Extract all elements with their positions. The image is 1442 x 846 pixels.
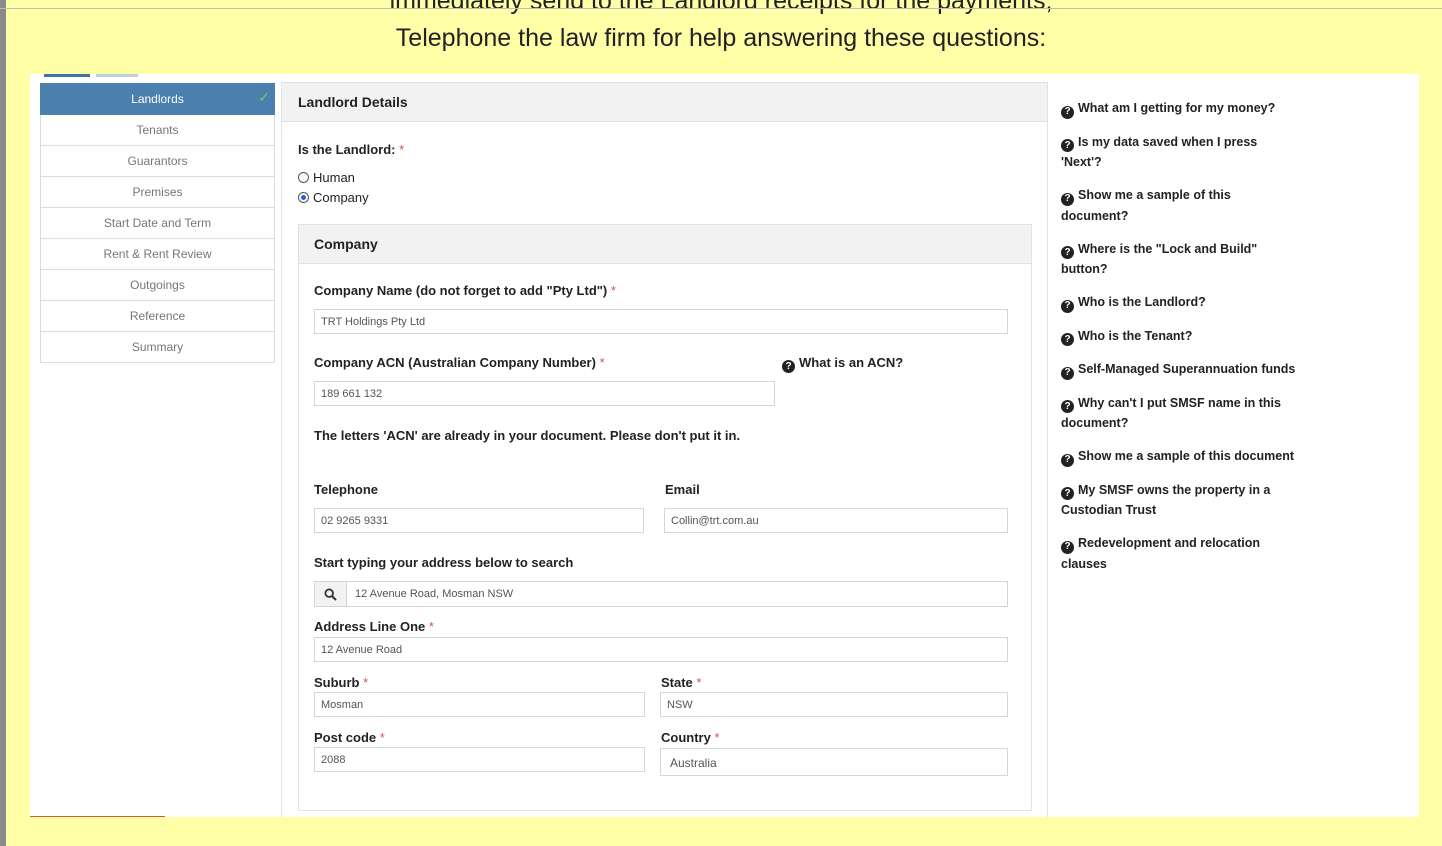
search-button[interactable] bbox=[315, 582, 347, 606]
sidebar-item-label: Outgoings bbox=[130, 278, 185, 292]
telephone-label: Telephone bbox=[314, 482, 379, 497]
company-section: Company Company Name (do not forget to a… bbox=[298, 224, 1032, 811]
check-icon: ✓ bbox=[258, 89, 270, 105]
address-line-one-input[interactable]: 12 Avenue Road bbox=[314, 637, 1008, 662]
question-icon: ? bbox=[1061, 139, 1074, 152]
required-mark: * bbox=[399, 142, 405, 157]
address-search-value: 12 Avenue Road, Mosman NSW bbox=[355, 588, 514, 600]
sidebar-item-guarantors[interactable]: Guarantors bbox=[40, 146, 275, 177]
company-name-input[interactable]: TRT Holdings Pty Ltd bbox=[314, 309, 1008, 334]
suburb-input[interactable]: Mosman bbox=[314, 692, 645, 717]
question-icon: ? bbox=[1061, 366, 1074, 380]
company-acn-label: Company ACN (Australian Company Number) … bbox=[314, 355, 605, 370]
question-icon: ? bbox=[782, 360, 795, 373]
address-line-one-label: Address Line One * bbox=[314, 619, 434, 634]
search-icon bbox=[324, 587, 337, 601]
sidebar-item-label: Rent & Rent Review bbox=[103, 247, 212, 261]
left-edge-bar bbox=[0, 0, 6, 846]
radio-company[interactable]: Company bbox=[298, 190, 369, 205]
email-input[interactable]: Collin@trt.com.au bbox=[664, 508, 1008, 533]
landlord-type-label: Is the Landlord: * bbox=[298, 142, 405, 157]
sidebar-item-landlords[interactable]: Landlords ✓ bbox=[40, 83, 275, 115]
state-input[interactable]: NSW bbox=[660, 692, 1008, 717]
faq-item[interactable]: ? What am I getting for my money? bbox=[1061, 98, 1301, 119]
sidebar-item-label: Landlords bbox=[131, 92, 184, 106]
sidebar-item-label: Reference bbox=[129, 309, 186, 323]
sidebar-item-reference[interactable]: Reference bbox=[40, 301, 275, 332]
sidebar-nav: Landlords ✓ Tenants Guarantors Premises … bbox=[40, 83, 275, 363]
tab-stub-secondary[interactable] bbox=[96, 74, 138, 77]
faq-item[interactable]: ? Self-Managed Superannuation funds bbox=[1061, 359, 1301, 380]
postcode-input[interactable]: 2088 bbox=[314, 747, 645, 772]
question-icon: ? bbox=[1061, 192, 1074, 206]
banner-line: Telephone the law firm for help answerin… bbox=[395, 24, 1047, 52]
faq-item[interactable]: ? Who is the Landlord? bbox=[1061, 292, 1301, 313]
sidebar-item-start-date-term[interactable]: Start Date and Term bbox=[40, 208, 275, 239]
faq-item[interactable]: ? Show me a sample of this document bbox=[1061, 446, 1301, 467]
top-divider bbox=[0, 8, 1442, 9]
question-icon: ? bbox=[1061, 540, 1074, 554]
acn-help-link[interactable]: ? What is an ACN? bbox=[782, 355, 903, 373]
question-icon: ? bbox=[1061, 487, 1074, 500]
sidebar-item-premises[interactable]: Premises bbox=[40, 177, 275, 208]
address-search-label: Start typing your address below to searc… bbox=[314, 555, 574, 570]
radio-human[interactable]: Human bbox=[298, 170, 355, 185]
sidebar-item-label: Premises bbox=[132, 185, 183, 199]
accent-underline bbox=[30, 816, 165, 817]
email-label: Email bbox=[665, 482, 700, 497]
faq-item[interactable]: ? Show me a sample of this document? bbox=[1061, 185, 1301, 226]
question-icon: ? bbox=[1061, 400, 1074, 413]
company-name-label: Company Name (do not forget to add "Pty … bbox=[314, 283, 616, 298]
question-icon: ? bbox=[1061, 246, 1074, 259]
faq-item[interactable]: ? Why can't I put SMSF name in this docum… bbox=[1061, 393, 1301, 434]
sidebar-item-label: Tenants bbox=[136, 123, 179, 137]
landlord-details-card: Landlord Details Is the Landlord: * Huma… bbox=[281, 82, 1048, 817]
sidebar-item-rent-review[interactable]: Rent & Rent Review bbox=[40, 239, 275, 270]
banner-cut-line: immediately send to the Landlord receipt… bbox=[389, 0, 1053, 15]
card-header: Landlord Details bbox=[282, 83, 1047, 122]
question-icon: ? bbox=[1061, 453, 1074, 467]
tab-stub-primary[interactable] bbox=[44, 74, 90, 77]
faq-item[interactable]: ? Who is the Tenant? bbox=[1061, 326, 1301, 346]
sidebar-item-label: Summary bbox=[131, 340, 184, 354]
faq-item[interactable]: ? My SMSF owns the property in a Custodia… bbox=[1061, 480, 1301, 521]
faq-item[interactable]: ? Where is the "Lock and Build" button? bbox=[1061, 239, 1301, 280]
faq-item[interactable]: ? Is my data saved when I press 'Next'? bbox=[1061, 132, 1301, 173]
question-icon: ? bbox=[1061, 105, 1074, 119]
radio-circle-selected bbox=[298, 192, 309, 203]
country-select[interactable]: Australia bbox=[660, 748, 1008, 776]
form-panel: Landlords ✓ Tenants Guarantors Premises … bbox=[30, 74, 1419, 817]
sidebar-item-outgoings[interactable]: Outgoings bbox=[40, 270, 275, 301]
suburb-label: Suburb * bbox=[314, 675, 369, 690]
state-label: State * bbox=[661, 675, 702, 690]
postcode-label: Post code * bbox=[314, 730, 385, 745]
country-label: Country * bbox=[661, 730, 720, 745]
acn-note: The letters 'ACN' are already in your do… bbox=[314, 428, 741, 443]
company-acn-input[interactable]: 189 661 132 bbox=[314, 381, 775, 406]
question-icon: ? bbox=[1061, 299, 1074, 313]
sidebar-item-tenants[interactable]: Tenants bbox=[40, 115, 275, 146]
faq-panel: ? What am I getting for my money? ? Is my … bbox=[1061, 98, 1301, 587]
faq-item[interactable]: ? Redevelopment and relocation clauses bbox=[1061, 533, 1301, 574]
sidebar-item-summary[interactable]: Summary bbox=[40, 332, 275, 363]
sidebar-item-label: Start Date and Term bbox=[103, 216, 212, 230]
question-icon: ? bbox=[1061, 333, 1074, 346]
sidebar-item-label: Guarantors bbox=[127, 154, 188, 168]
telephone-input[interactable]: 02 9265 9331 bbox=[314, 508, 644, 533]
radio-circle bbox=[298, 172, 309, 183]
address-search-input[interactable]: 12 Avenue Road, Mosman NSW bbox=[314, 581, 1008, 607]
company-section-header: Company bbox=[299, 225, 1031, 264]
